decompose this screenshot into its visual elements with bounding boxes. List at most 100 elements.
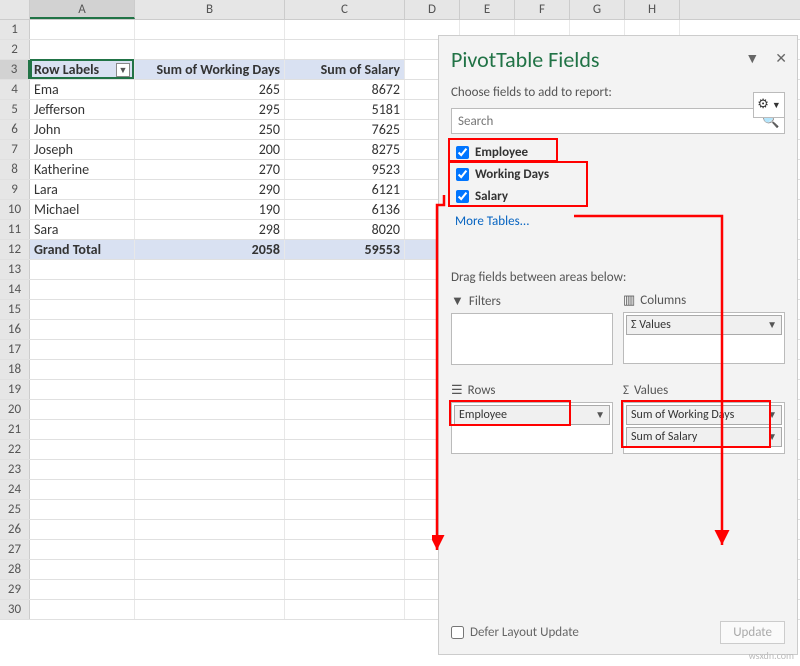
cell[interactable]: 6136 <box>285 200 405 219</box>
cell[interactable] <box>135 40 285 59</box>
cell[interactable]: John <box>30 120 135 139</box>
row-header[interactable]: 5 <box>0 100 30 119</box>
cell[interactable] <box>135 300 285 319</box>
cell[interactable] <box>135 500 285 519</box>
cell[interactable]: 270 <box>135 160 285 179</box>
row-header[interactable]: 26 <box>0 520 30 539</box>
cell[interactable]: 8020 <box>285 220 405 239</box>
cell[interactable] <box>285 500 405 519</box>
cell[interactable] <box>30 600 135 619</box>
row-header[interactable]: 15 <box>0 300 30 319</box>
cell[interactable]: 6121 <box>285 180 405 199</box>
col-header-G[interactable]: G <box>570 0 625 19</box>
more-tables-link[interactable]: More Tables... <box>451 208 785 231</box>
row-header[interactable]: 27 <box>0 540 30 559</box>
row-header[interactable]: 6 <box>0 120 30 139</box>
row-header[interactable]: 18 <box>0 360 30 379</box>
rows-area[interactable]: ☰Rows Employee▼ <box>451 383 613 454</box>
panel-close-icon[interactable]: ✕ <box>775 50 787 67</box>
panel-menu-icon[interactable]: ▼ <box>745 50 759 67</box>
cell[interactable] <box>30 560 135 579</box>
row-header[interactable]: 24 <box>0 480 30 499</box>
cell[interactable]: 250 <box>135 120 285 139</box>
cell[interactable] <box>285 400 405 419</box>
cell[interactable]: 265 <box>135 80 285 99</box>
cell[interactable] <box>135 320 285 339</box>
chevron-down-icon[interactable]: ▼ <box>767 316 777 334</box>
row-header[interactable]: 17 <box>0 340 30 359</box>
row-header[interactable]: 30 <box>0 600 30 619</box>
row-header[interactable]: 23 <box>0 460 30 479</box>
row-header[interactable]: 7 <box>0 140 30 159</box>
values-area[interactable]: ΣValues Sum of Working Days▼Sum of Salar… <box>623 383 785 454</box>
area-chip[interactable]: Σ Values▼ <box>626 315 782 335</box>
cell[interactable] <box>135 520 285 539</box>
cell[interactable] <box>285 600 405 619</box>
col-header-H[interactable]: H <box>625 0 680 19</box>
cell[interactable]: 5181 <box>285 100 405 119</box>
cell[interactable] <box>285 380 405 399</box>
cell[interactable]: Michael <box>30 200 135 219</box>
col-header-E[interactable]: E <box>460 0 515 19</box>
cell[interactable] <box>135 400 285 419</box>
cell[interactable] <box>285 340 405 359</box>
row-header[interactable]: 21 <box>0 420 30 439</box>
cell[interactable]: 298 <box>135 220 285 239</box>
cell[interactable]: Lara <box>30 180 135 199</box>
cell[interactable]: 2058 <box>135 240 285 259</box>
cell[interactable] <box>285 280 405 299</box>
cell[interactable] <box>285 20 405 39</box>
cell[interactable] <box>135 440 285 459</box>
cell[interactable]: 8672 <box>285 80 405 99</box>
cell[interactable] <box>135 580 285 599</box>
cell[interactable] <box>135 540 285 559</box>
cell[interactable] <box>285 560 405 579</box>
cell[interactable]: 295 <box>135 100 285 119</box>
cell[interactable]: Joseph <box>30 140 135 159</box>
row-header[interactable]: 22 <box>0 440 30 459</box>
cell[interactable] <box>135 560 285 579</box>
field-search-input[interactable] <box>452 109 758 133</box>
cell[interactable] <box>30 460 135 479</box>
cell[interactable] <box>30 340 135 359</box>
row-header[interactable]: 16 <box>0 320 30 339</box>
cell[interactable] <box>30 320 135 339</box>
row-header[interactable]: 10 <box>0 200 30 219</box>
row-header[interactable]: 25 <box>0 500 30 519</box>
row-header[interactable]: 3 <box>0 60 30 79</box>
row-header[interactable]: 11 <box>0 220 30 239</box>
cell[interactable]: Row Labels <box>30 60 135 79</box>
row-header[interactable]: 12 <box>0 240 30 259</box>
select-all-corner[interactable] <box>0 0 30 19</box>
cell[interactable] <box>30 40 135 59</box>
field-search-box[interactable]: 🔍 <box>451 108 785 134</box>
cell[interactable] <box>135 360 285 379</box>
cell[interactable] <box>135 380 285 399</box>
cell[interactable] <box>285 480 405 499</box>
cell[interactable]: 9523 <box>285 160 405 179</box>
cell[interactable] <box>285 460 405 479</box>
cell[interactable] <box>30 480 135 499</box>
cell[interactable]: 59553 <box>285 240 405 259</box>
row-header[interactable]: 29 <box>0 580 30 599</box>
row-header[interactable]: 4 <box>0 80 30 99</box>
cell[interactable] <box>285 440 405 459</box>
cell[interactable] <box>30 360 135 379</box>
cell[interactable] <box>30 580 135 599</box>
col-header-F[interactable]: F <box>515 0 570 19</box>
cell[interactable] <box>285 540 405 559</box>
cell[interactable] <box>135 260 285 279</box>
cell[interactable]: 7625 <box>285 120 405 139</box>
col-header-D[interactable]: D <box>405 0 460 19</box>
cell[interactable] <box>285 260 405 279</box>
row-header[interactable]: 9 <box>0 180 30 199</box>
cell[interactable]: Grand Total <box>30 240 135 259</box>
cell[interactable] <box>30 260 135 279</box>
cell[interactable]: Katherine <box>30 160 135 179</box>
cell[interactable] <box>30 520 135 539</box>
col-header-C[interactable]: C <box>285 0 405 19</box>
cell[interactable]: Ema <box>30 80 135 99</box>
cell[interactable] <box>30 400 135 419</box>
cell[interactable] <box>30 440 135 459</box>
cell[interactable] <box>135 420 285 439</box>
